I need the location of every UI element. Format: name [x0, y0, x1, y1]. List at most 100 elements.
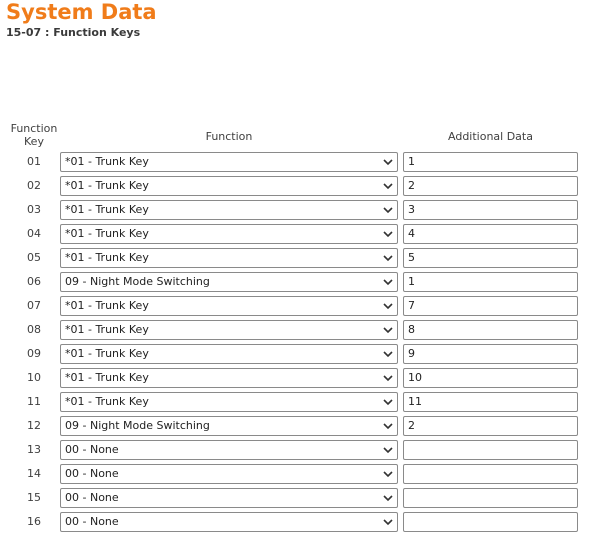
- chevron-down-icon: [383, 495, 393, 502]
- function-select-value: 00 - None: [65, 443, 119, 456]
- function-select[interactable]: *01 - Trunk Key: [60, 344, 398, 364]
- table-row: 08 *01 - Trunk Key 8: [0, 320, 609, 344]
- additional-data-input[interactable]: [403, 440, 578, 460]
- function-key-number: 10: [27, 371, 41, 384]
- chevron-down-icon: [383, 327, 393, 334]
- function-key-number: 13: [27, 443, 41, 456]
- table-row: 03 *01 - Trunk Key 3: [0, 200, 609, 224]
- table-row: 02 *01 - Trunk Key 2: [0, 176, 609, 200]
- function-select[interactable]: *01 - Trunk Key: [60, 368, 398, 388]
- additional-data-value: 10: [408, 371, 422, 384]
- function-select[interactable]: *01 - Trunk Key: [60, 320, 398, 340]
- additional-data-value: 1: [408, 275, 415, 288]
- function-select[interactable]: *01 - Trunk Key: [60, 392, 398, 412]
- function-select[interactable]: 09 - Night Mode Switching: [60, 416, 398, 436]
- table-row: 13 00 - None: [0, 440, 609, 464]
- chevron-down-icon: [383, 423, 393, 430]
- additional-data-input[interactable]: 5: [403, 248, 578, 268]
- function-select-value: *01 - Trunk Key: [65, 299, 149, 312]
- additional-data-value: 1: [408, 155, 415, 168]
- additional-data-value: 2: [408, 179, 415, 192]
- function-select-value: 00 - None: [65, 491, 119, 504]
- additional-data-input[interactable]: 9: [403, 344, 578, 364]
- function-select[interactable]: 00 - None: [60, 440, 398, 460]
- additional-data-value: 4: [408, 227, 415, 240]
- chevron-down-icon: [383, 447, 393, 454]
- function-key-number: 01: [27, 155, 41, 168]
- additional-data-input[interactable]: 4: [403, 224, 578, 244]
- table-row: 10 *01 - Trunk Key 10: [0, 368, 609, 392]
- additional-data-input[interactable]: 7: [403, 296, 578, 316]
- function-select[interactable]: 00 - None: [60, 488, 398, 508]
- chevron-down-icon: [383, 303, 393, 310]
- column-header-function: Function: [205, 130, 253, 143]
- page-subtitle: 15-07 : Function Keys: [6, 26, 141, 39]
- chevron-down-icon: [383, 399, 393, 406]
- function-key-number: 02: [27, 179, 41, 192]
- function-select[interactable]: *01 - Trunk Key: [60, 224, 398, 244]
- function-select-value: 00 - None: [65, 467, 119, 480]
- additional-data-input[interactable]: 2: [403, 176, 578, 196]
- additional-data-value: 7: [408, 299, 415, 312]
- function-select-value: 09 - Night Mode Switching: [65, 275, 210, 288]
- additional-data-input[interactable]: 10: [403, 368, 578, 388]
- function-select[interactable]: *01 - Trunk Key: [60, 200, 398, 220]
- table-row: 12 09 - Night Mode Switching 2: [0, 416, 609, 440]
- chevron-down-icon: [383, 255, 393, 262]
- function-key-number: 04: [27, 227, 41, 240]
- function-key-number: 12: [27, 419, 41, 432]
- function-select-value: *01 - Trunk Key: [65, 227, 149, 240]
- additional-data-value: 9: [408, 347, 415, 360]
- table-row: 16 00 - None: [0, 512, 609, 536]
- additional-data-value: 2: [408, 419, 415, 432]
- function-select[interactable]: 00 - None: [60, 464, 398, 484]
- additional-data-input[interactable]: 11: [403, 392, 578, 412]
- function-key-number: 16: [27, 515, 41, 528]
- additional-data-input[interactable]: [403, 464, 578, 484]
- function-select[interactable]: *01 - Trunk Key: [60, 248, 398, 268]
- table-row: 05 *01 - Trunk Key 5: [0, 248, 609, 272]
- table-row: 04 *01 - Trunk Key 4: [0, 224, 609, 248]
- chevron-down-icon: [383, 231, 393, 238]
- function-select-value: *01 - Trunk Key: [65, 347, 149, 360]
- chevron-down-icon: [383, 519, 393, 526]
- function-select-value: *01 - Trunk Key: [65, 179, 149, 192]
- function-key-number: 08: [27, 323, 41, 336]
- function-select[interactable]: 00 - None: [60, 512, 398, 532]
- function-keys-table: 01 *01 - Trunk Key 1 02 *01 - Trunk Key 2 03 *0…: [0, 152, 609, 536]
- chevron-down-icon: [383, 279, 393, 286]
- function-key-number: 09: [27, 347, 41, 360]
- function-select[interactable]: 09 - Night Mode Switching: [60, 272, 398, 292]
- additional-data-input[interactable]: 2: [403, 416, 578, 436]
- additional-data-value: 11: [408, 395, 422, 408]
- function-key-number: 14: [27, 467, 41, 480]
- function-select[interactable]: *01 - Trunk Key: [60, 296, 398, 316]
- additional-data-input[interactable]: 3: [403, 200, 578, 220]
- chevron-down-icon: [383, 159, 393, 166]
- additional-data-value: 5: [408, 251, 415, 264]
- function-select-value: *01 - Trunk Key: [65, 395, 149, 408]
- column-header-function-key: Function Key: [0, 122, 68, 148]
- table-row: 11 *01 - Trunk Key 11: [0, 392, 609, 416]
- page-title: System Data: [6, 0, 157, 24]
- additional-data-value: 8: [408, 323, 415, 336]
- chevron-down-icon: [383, 471, 393, 478]
- function-key-number: 05: [27, 251, 41, 264]
- table-row: 07 *01 - Trunk Key 7: [0, 296, 609, 320]
- function-select-value: 00 - None: [65, 515, 119, 528]
- function-select-value: *01 - Trunk Key: [65, 251, 149, 264]
- table-row: 01 *01 - Trunk Key 1: [0, 152, 609, 176]
- chevron-down-icon: [383, 375, 393, 382]
- additional-data-input[interactable]: [403, 488, 578, 508]
- function-key-number: 11: [27, 395, 41, 408]
- additional-data-input[interactable]: 1: [403, 152, 578, 172]
- function-key-number: 03: [27, 203, 41, 216]
- additional-data-input[interactable]: 8: [403, 320, 578, 340]
- chevron-down-icon: [383, 183, 393, 190]
- additional-data-input[interactable]: [403, 512, 578, 532]
- function-select-value: 09 - Night Mode Switching: [65, 419, 210, 432]
- additional-data-input[interactable]: 1: [403, 272, 578, 292]
- function-select[interactable]: *01 - Trunk Key: [60, 152, 398, 172]
- function-select-value: *01 - Trunk Key: [65, 323, 149, 336]
- function-select[interactable]: *01 - Trunk Key: [60, 176, 398, 196]
